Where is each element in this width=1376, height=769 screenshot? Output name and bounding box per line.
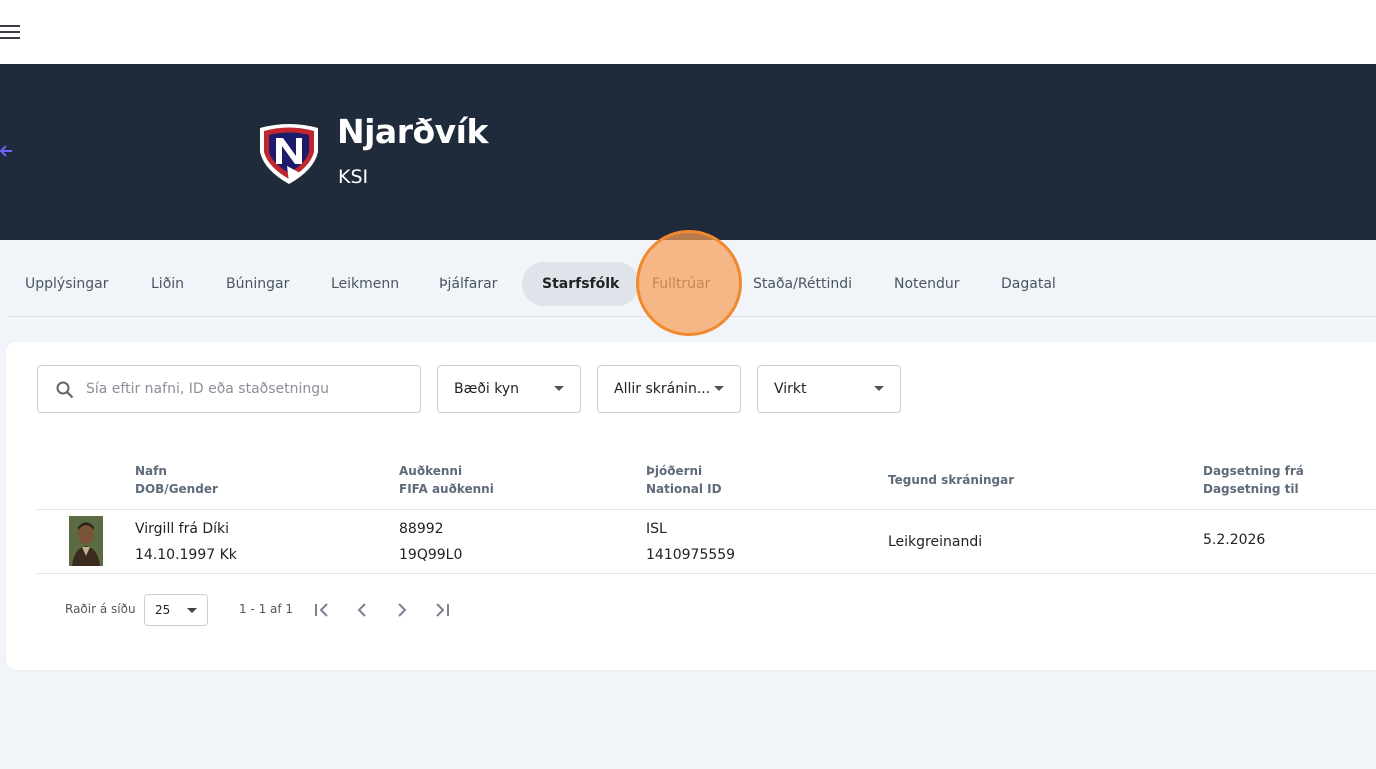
cell-id: 88992 19Q99L0	[399, 516, 462, 568]
staff-id: 88992	[399, 521, 444, 537]
club-crest-icon	[256, 122, 322, 186]
tabs-divider	[8, 316, 1376, 317]
tab-dagatal[interactable]: Dagatal	[981, 262, 1076, 306]
col-header-id[interactable]: Auðkenni FIFA auðkenni	[399, 462, 494, 498]
rows-per-page-select[interactable]: 25	[144, 594, 208, 626]
search-icon	[56, 381, 74, 399]
hamburger-menu-icon[interactable]	[0, 24, 20, 40]
club-federation: KSI	[338, 166, 369, 188]
staff-nationality: ISL	[646, 521, 667, 537]
registration-select-value: Allir skránin...	[614, 381, 711, 397]
col-header-registration-type[interactable]: Tegund skráningar	[888, 471, 1014, 489]
header-name-label: Nafn	[135, 464, 167, 478]
search-input[interactable]	[86, 366, 406, 412]
tab-upplysingar[interactable]: Upplýsingar	[5, 262, 128, 306]
chevron-down-icon	[874, 386, 884, 391]
status-select[interactable]: Virkt	[757, 365, 901, 413]
club-name: Njarðvík	[337, 112, 488, 151]
staff-card: Bæði kyn Allir skránin... Virkt Nafn DOB…	[6, 342, 1376, 670]
col-header-nationality[interactable]: Þjóðerni National ID	[646, 462, 722, 498]
cell-nationality: ISL 1410975559	[646, 516, 735, 568]
avatar	[69, 516, 103, 566]
status-select-value: Virkt	[774, 381, 807, 397]
previous-page-icon[interactable]	[351, 599, 373, 621]
tab-fulltruar[interactable]: Fulltrúar	[632, 262, 730, 306]
tab-thjalfarar[interactable]: Þjálfarar	[419, 262, 517, 306]
table-row-divider	[36, 573, 1376, 574]
header-fifa-label: FIFA auðkenni	[399, 482, 494, 496]
last-page-icon[interactable]	[431, 599, 453, 621]
staff-date-from: 5.2.2026	[1203, 532, 1266, 548]
staff-name: Virgill frá Díki	[135, 521, 230, 537]
arrow-left-icon[interactable]	[0, 142, 14, 163]
header-date-to-label: Dagsetning til	[1203, 482, 1299, 496]
pagination-range: 1 - 1 af 1	[239, 602, 294, 616]
col-header-name[interactable]: Nafn DOB/Gender	[135, 462, 218, 498]
tab-lidin[interactable]: Liðin	[131, 262, 204, 306]
tab-notendur[interactable]: Notendur	[874, 262, 980, 306]
tab-leikmenn[interactable]: Leikmenn	[311, 262, 419, 306]
staff-fifa-id: 19Q99L0	[399, 547, 463, 563]
tab-buningar[interactable]: Búningar	[206, 262, 309, 306]
tab-starfsfolk[interactable]: Starfsfólk	[522, 262, 640, 306]
top-bar	[0, 0, 1376, 64]
col-header-dates[interactable]: Dagsetning frá Dagsetning til	[1203, 462, 1304, 498]
header-date-from-label: Dagsetning frá	[1203, 464, 1304, 478]
header-dob-label: DOB/Gender	[135, 482, 218, 496]
chevron-down-icon	[714, 386, 724, 391]
header-nationality-label: Þjóðerni	[646, 464, 703, 478]
tab-stada-rettindi[interactable]: Staða/Réttindi	[733, 262, 872, 306]
staff-dob-gender: 14.10.1997 Kk	[135, 547, 237, 563]
header-id-label: Auðkenni	[399, 464, 463, 478]
rows-per-page-label: Raðir á síðu	[65, 602, 136, 616]
first-page-icon[interactable]	[311, 599, 333, 621]
chevron-down-icon	[187, 608, 197, 613]
registration-select[interactable]: Allir skránin...	[597, 365, 741, 413]
club-tabs: Upplýsingar Liðin Búningar Leikmenn Þjál…	[0, 262, 1376, 306]
gender-select-value: Bæði kyn	[454, 381, 520, 397]
club-header: Njarðvík KSI	[0, 64, 1376, 240]
cell-name: Virgill frá Díki 14.10.1997 Kk	[135, 516, 237, 568]
search-field[interactable]	[37, 365, 421, 413]
rows-per-page-value: 25	[155, 603, 171, 617]
gender-select[interactable]: Bæði kyn	[437, 365, 581, 413]
staff-national-id: 1410975559	[646, 547, 736, 563]
table-header-divider	[36, 509, 1376, 510]
next-page-icon[interactable]	[391, 599, 413, 621]
header-national-id-label: National ID	[646, 482, 722, 496]
staff-registration-type: Leikgreinandi	[888, 534, 983, 550]
chevron-down-icon	[554, 386, 564, 391]
